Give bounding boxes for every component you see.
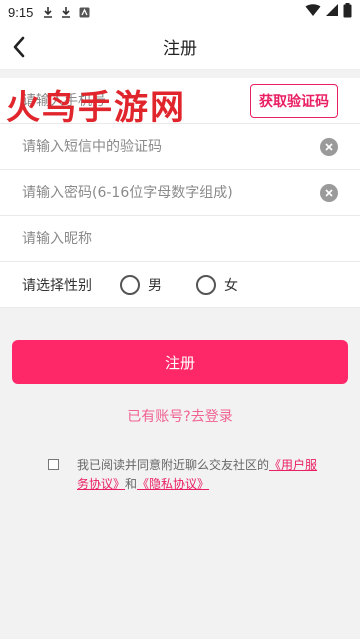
login-link[interactable]: 已有账号?去登录	[0, 406, 360, 426]
notification-app-icon	[77, 5, 91, 19]
clear-icon[interactable]	[320, 137, 338, 156]
back-button[interactable]	[4, 32, 34, 62]
download-icon	[41, 5, 55, 19]
nickname-row	[0, 216, 360, 262]
agreement-prefix: 我已阅读并同意附近聊么交友社区的	[77, 458, 270, 472]
battery-icon	[343, 2, 352, 22]
sms-code-input[interactable]	[22, 138, 320, 155]
password-input[interactable]	[22, 184, 320, 201]
gender-row: 请选择性别 男 女	[0, 262, 360, 308]
page-title: 注册	[163, 39, 197, 59]
gender-label: 请选择性别	[22, 277, 92, 294]
status-bar: 9:15	[0, 0, 360, 24]
agreement-text: 我已阅读并同意附近聊么交友社区的《用户服务协议》和《隐私协议》	[77, 456, 328, 494]
register-form: 获取验证码 请选择性别 男 女	[0, 78, 360, 308]
clear-icon[interactable]	[320, 183, 338, 202]
chevron-left-icon	[13, 36, 25, 58]
status-time: 9:15	[8, 4, 34, 20]
agreement-conjunction: 和	[125, 477, 138, 491]
radio-circle-icon	[120, 274, 140, 295]
radio-circle-icon	[196, 274, 216, 295]
download-icon	[59, 5, 73, 19]
phone-row: 获取验证码	[0, 78, 360, 124]
wifi-icon	[305, 3, 321, 21]
status-indicators	[305, 2, 352, 22]
privacy-agreement-link[interactable]: 《隐私协议》	[137, 477, 209, 491]
nickname-input[interactable]	[22, 230, 338, 247]
gender-female-radio[interactable]: 女	[196, 274, 238, 295]
nav-bar: 注册	[0, 24, 360, 70]
register-button[interactable]: 注册	[12, 340, 348, 384]
gender-male-label: 男	[148, 277, 162, 294]
agreement: 我已阅读并同意附近聊么交友社区的《用户服务协议》和《隐私协议》	[48, 456, 328, 494]
sms-code-row	[0, 124, 360, 170]
gender-male-radio[interactable]: 男	[120, 274, 162, 295]
phone-input[interactable]	[22, 92, 250, 109]
password-row	[0, 170, 360, 216]
get-code-button[interactable]: 获取验证码	[250, 83, 338, 118]
gender-female-label: 女	[224, 277, 238, 294]
agreement-checkbox[interactable]	[48, 459, 59, 470]
signal-icon	[325, 3, 339, 21]
